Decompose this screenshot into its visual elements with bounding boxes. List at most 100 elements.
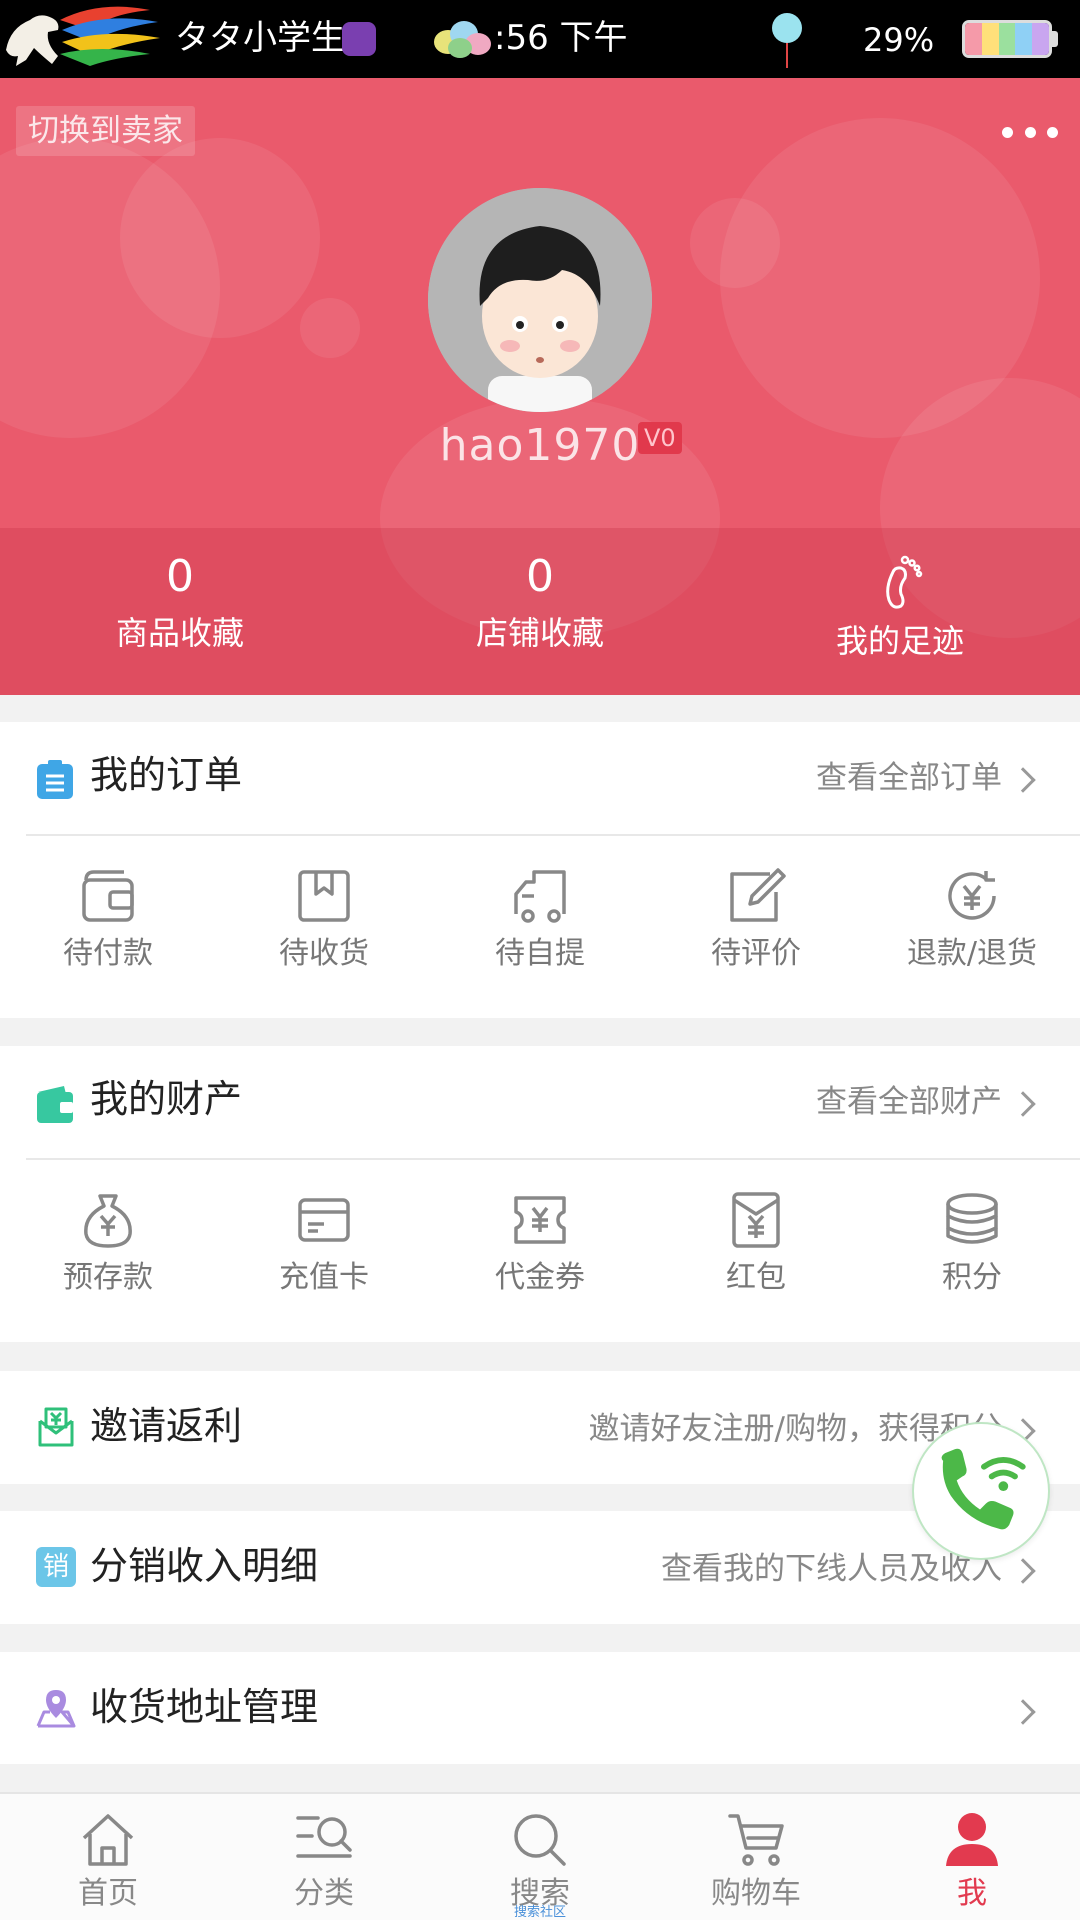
tab-label: 分类 — [294, 1876, 354, 1911]
orders-grid: 待付款 待收货 待自提 待评价 退款/退货 — [0, 836, 1080, 1016]
stat-count: 0 — [166, 551, 194, 602]
switch-to-seller-button[interactable]: 切换到卖家 — [16, 106, 195, 156]
status-time: :56 下午 — [494, 18, 628, 58]
asset-points[interactable]: 积分 — [864, 1160, 1080, 1340]
battery-segment — [998, 23, 1016, 55]
vip-level-badge: V0 — [638, 422, 682, 454]
stat-footprints[interactable]: 我的足迹 — [720, 528, 1080, 695]
tab-cart[interactable]: 购物车 — [648, 1794, 864, 1920]
orders-header[interactable]: 我的订单 查看全部订单 — [0, 722, 1080, 834]
status-bar: タタ小学生 :56 下午 29% — [0, 0, 1080, 78]
stat-label: 商品收藏 — [115, 614, 244, 652]
user-icon — [946, 1813, 998, 1866]
status-user-name: タタ小学生 — [175, 18, 345, 58]
battery-segment — [965, 23, 982, 55]
chevron-right-icon — [1010, 1091, 1036, 1117]
cell-label: 待收货 — [279, 936, 369, 971]
call-button[interactable] — [912, 1422, 1050, 1560]
tab-label: 购物车 — [711, 1876, 801, 1911]
battery-percent: 29% — [863, 21, 935, 59]
stats-bar: 0 商品收藏 0 店铺收藏 我的足迹 — [0, 528, 1080, 695]
cell-label: 代金券 — [495, 1260, 585, 1295]
row-title: 邀请返利 — [90, 1404, 243, 1448]
assets-header[interactable]: 我的财产 查看全部财产 — [0, 1046, 1080, 1158]
moon-icon — [342, 22, 376, 56]
row-title: 分销收入明细 — [90, 1544, 319, 1588]
home-icon — [82, 1814, 134, 1866]
refund-icon — [948, 871, 996, 920]
tab-search[interactable]: 搜索 搜索社区 — [432, 1794, 648, 1920]
sales-icon: 销 — [36, 1547, 76, 1587]
battery-icon — [962, 20, 1052, 58]
tab-me[interactable]: 我 — [864, 1794, 1080, 1920]
avatar[interactable] — [428, 188, 652, 412]
money-bag-icon — [84, 1194, 132, 1248]
cell-label: 充值卡 — [279, 1260, 369, 1295]
cell-label: 待付款 — [63, 936, 153, 971]
bg-bubble — [690, 198, 780, 288]
coins-icon — [946, 1193, 998, 1244]
battery-tip — [1052, 31, 1058, 47]
order-refund-return[interactable]: 退款/退货 — [864, 836, 1080, 1016]
section-title: 我的财产 — [90, 1077, 243, 1121]
red-envelope-icon — [732, 1192, 780, 1248]
cart-icon — [728, 1814, 784, 1866]
asset-prepaid[interactable]: 预存款 — [0, 1160, 216, 1340]
assets-section: 我的财产 查看全部财产 预存款 充值卡 代金券 红包 积分 — [0, 1046, 1080, 1342]
order-self-pickup[interactable]: 待自提 — [432, 836, 648, 1016]
invite-icon — [38, 1407, 74, 1447]
cell-label: 积分 — [942, 1260, 1002, 1295]
wallet-green-icon — [37, 1086, 73, 1123]
tab-sublabel: 搜索社区 — [513, 1905, 566, 1920]
battery-segment — [1015, 23, 1033, 55]
tab-label: 我 — [957, 1876, 987, 1911]
address-management-row[interactable]: 收货地址管理 — [0, 1652, 1080, 1764]
tab-category[interactable]: 分类 — [216, 1794, 432, 1920]
stat-product-favorites[interactable]: 0 商品收藏 — [0, 528, 360, 695]
truck-icon — [514, 870, 566, 923]
order-pending-review[interactable]: 待评价 — [648, 836, 864, 1016]
profile-header: 切换到卖家 hao1970 V0 0 商品收藏 0 店铺收藏 我的足迹 — [0, 78, 1080, 695]
location-icon — [36, 1690, 76, 1728]
clipboard-icon — [37, 760, 73, 799]
battery-segment — [981, 23, 999, 55]
username: hao1970 — [0, 418, 1080, 474]
bg-bubble — [120, 138, 320, 338]
balloon-pin-icon — [772, 13, 802, 68]
cell-label: 红包 — [726, 1260, 786, 1295]
horse-logo-icon — [6, 6, 160, 66]
balloons-icon — [434, 21, 491, 58]
footprint-icon — [886, 555, 923, 609]
view-all-orders-link[interactable]: 查看全部订单 — [816, 756, 1002, 800]
cell-label: 待评价 — [711, 936, 801, 971]
more-options-icon[interactable] — [1002, 122, 1058, 142]
tab-home[interactable]: 首页 — [0, 1794, 216, 1920]
asset-recharge-card[interactable]: 充值卡 — [216, 1160, 432, 1340]
chevron-right-icon — [1010, 1699, 1036, 1725]
chevron-right-icon — [1010, 767, 1036, 793]
stat-count: 0 — [526, 551, 554, 602]
asset-red-envelope[interactable]: 红包 — [648, 1160, 864, 1340]
edit-icon — [730, 868, 786, 922]
tab-label: 首页 — [78, 1876, 138, 1911]
stat-label: 我的足迹 — [835, 622, 964, 660]
stat-store-favorites[interactable]: 0 店铺收藏 — [360, 528, 720, 695]
cell-label: 待自提 — [495, 936, 585, 971]
chevron-right-icon — [1010, 1558, 1036, 1584]
asset-voucher[interactable]: 代金券 — [432, 1160, 648, 1340]
order-pending-payment[interactable]: 待付款 — [0, 836, 216, 1016]
avatar-boy-icon — [428, 188, 652, 412]
wallet-icon — [82, 870, 134, 922]
stat-label: 店铺收藏 — [475, 614, 604, 652]
coupon-icon — [514, 1196, 566, 1244]
username-text: hao1970 — [439, 420, 641, 471]
package-icon — [298, 870, 350, 922]
bg-bubble — [300, 298, 360, 358]
search-icon — [514, 1814, 566, 1866]
cell-label: 退款/退货 — [906, 936, 1038, 971]
view-all-assets-link[interactable]: 查看全部财产 — [816, 1080, 1002, 1124]
orders-section: 我的订单 查看全部订单 待付款 待收货 待自提 待评价 退款/退货 — [0, 722, 1080, 1018]
order-pending-receipt[interactable]: 待收货 — [216, 836, 432, 1016]
bottom-tab-bar: 首页 分类 搜索 搜索社区 购物车 我 — [0, 1792, 1080, 1920]
category-icon — [296, 1816, 352, 1858]
